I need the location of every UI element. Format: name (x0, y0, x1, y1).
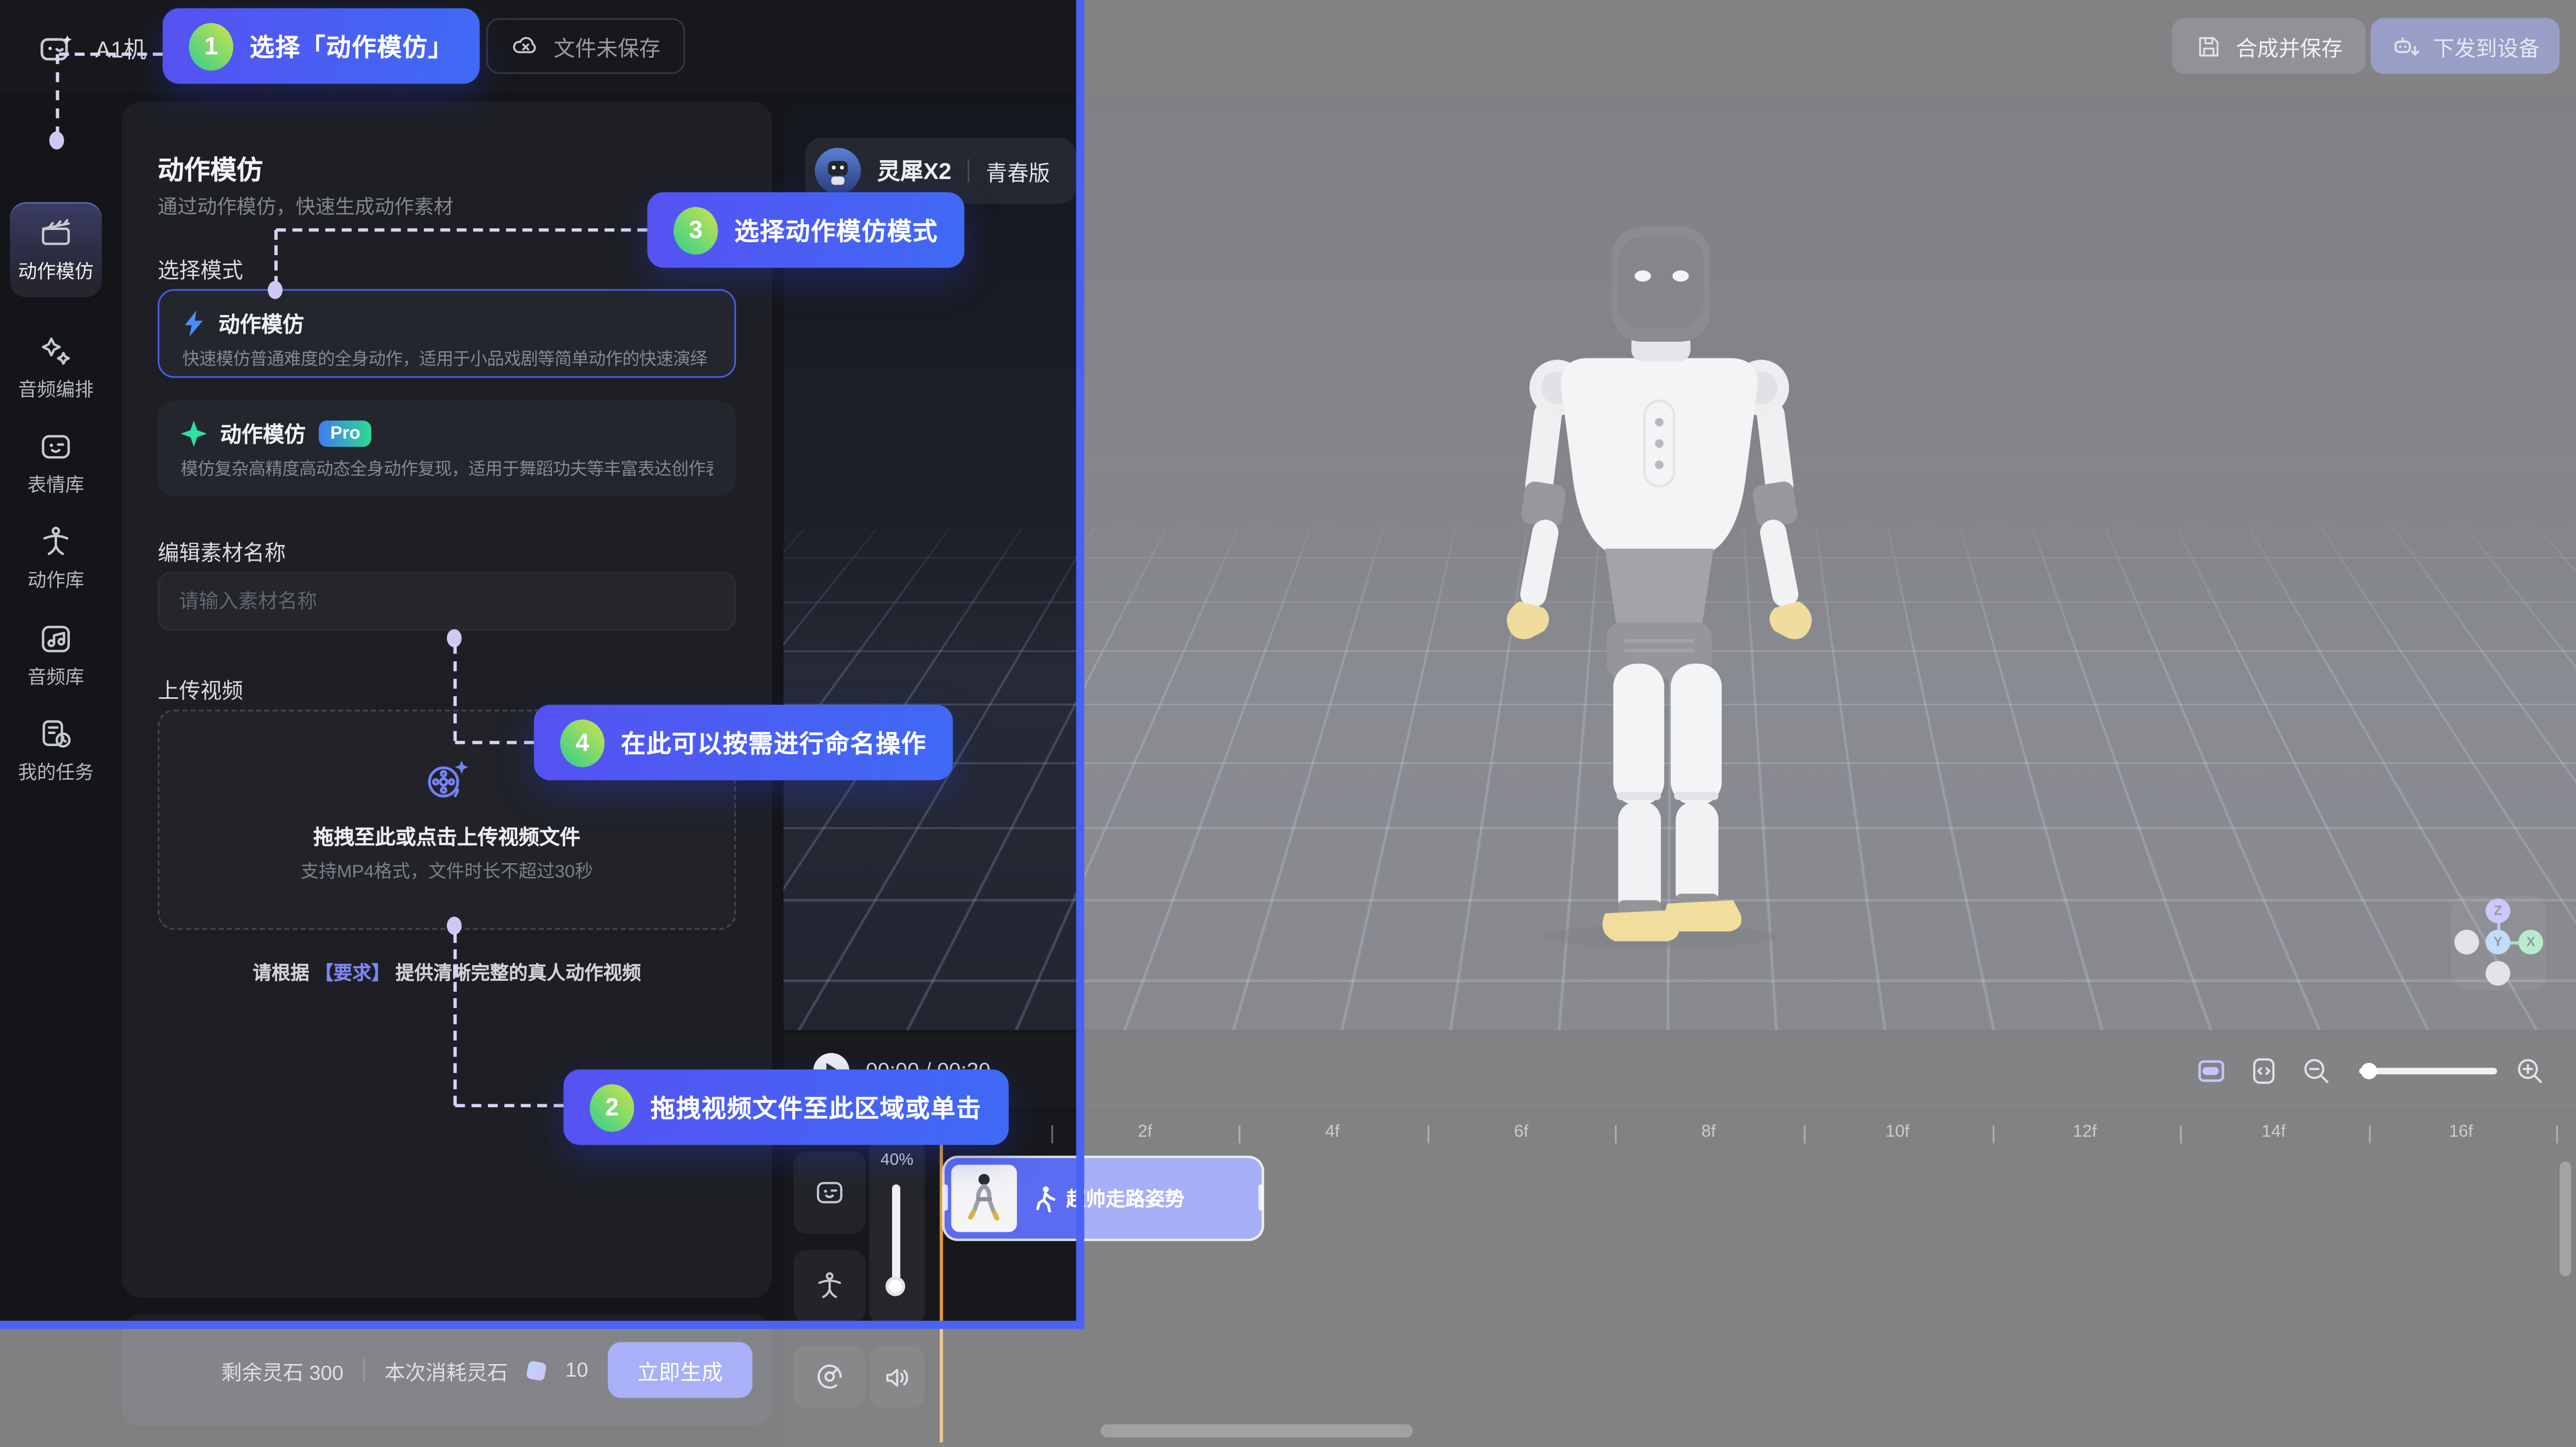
spotlight-border-right (1076, 0, 1084, 1329)
dropzone-title: 拖拽至此或点击上传视频文件 (313, 819, 580, 850)
expression-track-header[interactable] (793, 1151, 866, 1233)
clapperboard-icon (38, 215, 74, 251)
sidebar-item-motion-mimic[interactable]: 动作模仿 (10, 202, 102, 297)
music-box-icon (38, 621, 74, 657)
tutorial-step-2: 2 拖拽视频文件至此区域或单击 (563, 1069, 1008, 1145)
project-title: A1机 (95, 33, 146, 66)
sidebar-item-expression-library[interactable]: 表情库 (10, 416, 102, 511)
film-reel-sparkle-icon (422, 757, 472, 803)
connector-step3 (275, 230, 278, 286)
upload-video-label: 上传视频 (158, 674, 243, 705)
lightning-icon (182, 310, 205, 336)
tutorial-step-4: 4 在此可以按需进行命名操作 (534, 705, 953, 780)
robot-name: 灵犀X2 (877, 154, 951, 187)
mode-desc: 快速模仿普通难度的全身动作，适用于小品戏剧等简单动作的快速演绎 (182, 347, 711, 371)
speed-slider-track[interactable] (892, 1184, 900, 1286)
sidebar-item-motion-library[interactable]: 动作库 (10, 511, 102, 606)
panel-subtitle: 通过动作模仿，快速生成动作素材 (158, 192, 453, 220)
panel-title: 动作模仿 (158, 148, 263, 187)
sidebar-item-my-tasks[interactable]: 我的任务 (10, 703, 102, 798)
person-track-icon (813, 1270, 846, 1303)
sidebar: 动作模仿 音频编排 表情库 动作库 音频库 我的任务 (0, 93, 112, 1446)
sparkles-icon (38, 333, 74, 370)
mode-card-standard[interactable]: 动作模仿 快速模仿普通难度的全身动作，适用于小品戏剧等简单动作的快速演绎 (158, 289, 736, 378)
connector-step2 (455, 1104, 564, 1107)
tutorial-step-3: 3 选择动作模仿模式 (647, 192, 965, 268)
four-point-star-icon (181, 420, 207, 446)
connector-dot (268, 281, 282, 299)
robot-face-icon (38, 429, 74, 465)
speed-value: 40% (869, 1151, 925, 1169)
connector-step2 (454, 933, 457, 1106)
tutorial-step-1: 1 选择「动作模仿」 (163, 8, 480, 84)
cloud-x-icon (511, 31, 540, 60)
material-name-label: 编辑素材名称 (158, 536, 286, 567)
mode-section-label: 选择模式 (158, 253, 243, 284)
connector-dot (49, 131, 64, 149)
person-icon (38, 524, 74, 560)
robot-avatar (815, 148, 861, 194)
sidebar-item-audio-library[interactable]: 音频库 (10, 608, 102, 703)
material-name-input[interactable] (158, 572, 736, 631)
spotlight-border-bottom (0, 1321, 1084, 1329)
mode-desc: 模仿复杂高精度高动态全身动作复现，适用于舞蹈功夫等丰富表达创作表演 (181, 457, 713, 481)
robot-edition: 青春版 (986, 155, 1050, 186)
mode-card-pro[interactable]: 动作模仿 Pro 模仿复杂高精度高动态全身动作复现，适用于舞蹈功夫等丰富表达创作… (158, 401, 736, 496)
playback-speed-chip[interactable]: 40% (869, 1138, 925, 1324)
divider (968, 159, 969, 182)
connector-step1 (59, 53, 163, 56)
tutorial-overlay-right (1081, 0, 2576, 1446)
face-track-icon (813, 1176, 846, 1209)
upload-requirement-note: 请根据 【要求】 提供清晰完整的真人动作视频 (122, 959, 772, 985)
speed-slider-handle[interactable] (885, 1276, 905, 1296)
motion-track-header[interactable] (793, 1250, 866, 1323)
connector-dot (447, 917, 462, 935)
walking-icon (1033, 1185, 1056, 1211)
sidebar-item-audio-arrange[interactable]: 音频编排 (10, 320, 102, 415)
clip-thumbnail (951, 1165, 1017, 1232)
file-unsaved-chip[interactable]: 文件未保存 (486, 18, 685, 74)
clip-left-handle[interactable] (943, 1184, 948, 1211)
task-list-clock-icon (38, 716, 74, 752)
pro-badge: Pro (319, 420, 372, 446)
connector-step1 (56, 54, 59, 136)
connector-step4 (455, 741, 534, 744)
connector-step4 (454, 644, 457, 741)
connector-step3 (276, 228, 647, 232)
tutorial-overlay-bottom (0, 1323, 1081, 1447)
dropzone-subtitle: 支持MP4格式，文件时长不超过30秒 (301, 857, 593, 883)
requirement-link[interactable]: 【要求】 (315, 964, 390, 984)
